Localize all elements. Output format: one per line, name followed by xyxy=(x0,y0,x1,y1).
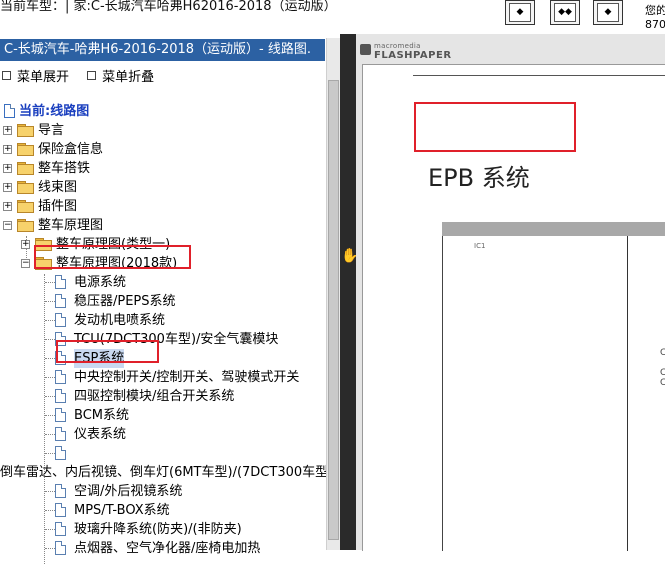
menu-bar: 菜单展开 菜单折叠 xyxy=(2,66,168,85)
expand-icon xyxy=(2,71,11,80)
document-icon xyxy=(55,503,66,517)
right-info: 您的 870 xyxy=(645,4,665,31)
expand-plus-icon[interactable]: + xyxy=(21,240,30,249)
folder-icon xyxy=(17,181,34,194)
diagram-header-band xyxy=(442,222,665,236)
expand-plus-icon[interactable]: + xyxy=(3,164,12,173)
nav-first-icon: ◆ xyxy=(509,3,531,22)
menu-collapse[interactable]: 菜单折叠 xyxy=(87,70,154,85)
document-icon xyxy=(55,408,66,422)
expand-plus-icon[interactable]: + xyxy=(3,183,12,192)
document-icon xyxy=(55,522,66,536)
collapse-icon xyxy=(87,71,97,80)
header-rule xyxy=(413,75,665,76)
panel-title: C-长城汽车-哈弗H6-2016-2018（运动版）- 线路图. xyxy=(0,39,325,61)
highlight-box-esp xyxy=(56,340,159,363)
diagram-mark: C xyxy=(660,378,665,388)
document-icon xyxy=(55,446,66,460)
folder-icon xyxy=(17,143,34,156)
document-icon xyxy=(55,275,66,289)
scrollbar-thumb[interactable] xyxy=(328,80,339,540)
folder-icon xyxy=(17,162,34,175)
collapse-minus-icon[interactable]: − xyxy=(21,259,30,268)
document-icon xyxy=(55,294,66,308)
highlight-box-2018 xyxy=(34,245,191,269)
diagram-mark: C xyxy=(660,368,665,378)
document-icon xyxy=(55,541,66,555)
page-title: EPB 系统 xyxy=(428,164,530,192)
left-panel: C-长城汽车-哈弗H6-2016-2018（运动版）- 线路图. 菜单展开 菜单… xyxy=(0,34,340,564)
folder-icon xyxy=(17,200,34,213)
expand-plus-icon[interactable]: + xyxy=(3,145,12,154)
diagram-frame xyxy=(442,236,665,551)
nav-button-first[interactable]: ◆ xyxy=(505,0,535,25)
root-icon xyxy=(4,104,15,118)
folder-icon xyxy=(17,124,34,137)
panel-splitter[interactable]: ✋ xyxy=(340,34,359,550)
expand-plus-icon[interactable]: + xyxy=(3,126,12,135)
diagram-mark: C xyxy=(660,348,665,358)
ic-label: IC1 xyxy=(474,242,486,250)
document-icon xyxy=(55,389,66,403)
highlight-box-title xyxy=(414,102,576,152)
diagram-line xyxy=(627,236,628,551)
menu-expand[interactable]: 菜单展开 xyxy=(2,70,69,85)
current-vehicle-label: 当前车型：| 家:C-长城汽车哈弗H62016-2018（运动版） xyxy=(0,0,337,14)
macromedia-logo-icon xyxy=(360,44,371,55)
document-icon xyxy=(55,484,66,498)
document-icon xyxy=(55,313,66,327)
nav-button-last[interactable]: ◆ xyxy=(593,0,623,25)
expand-plus-icon[interactable]: + xyxy=(3,202,12,211)
flashpaper-viewer: macromedia FLASHPAPER EPB 系统 IC1 C C C xyxy=(356,34,665,551)
nav-button-split[interactable]: ◆◆ xyxy=(550,0,580,25)
tree-scrollbar[interactable] xyxy=(326,38,340,550)
document-icon xyxy=(55,370,66,384)
document-icon xyxy=(55,427,66,441)
collapse-minus-icon[interactable]: − xyxy=(3,221,12,230)
nav-last-icon: ◆ xyxy=(597,3,619,22)
folder-open-icon xyxy=(17,219,34,232)
tree-connector xyxy=(44,274,45,564)
nav-split-icon: ◆◆ xyxy=(554,3,576,22)
top-bar: 当前车型：| 家:C-长城汽车哈弗H62016-2018（运动版） ◆ ◆◆ ◆… xyxy=(0,0,665,34)
hand-cursor-icon: ✋ xyxy=(341,248,359,264)
